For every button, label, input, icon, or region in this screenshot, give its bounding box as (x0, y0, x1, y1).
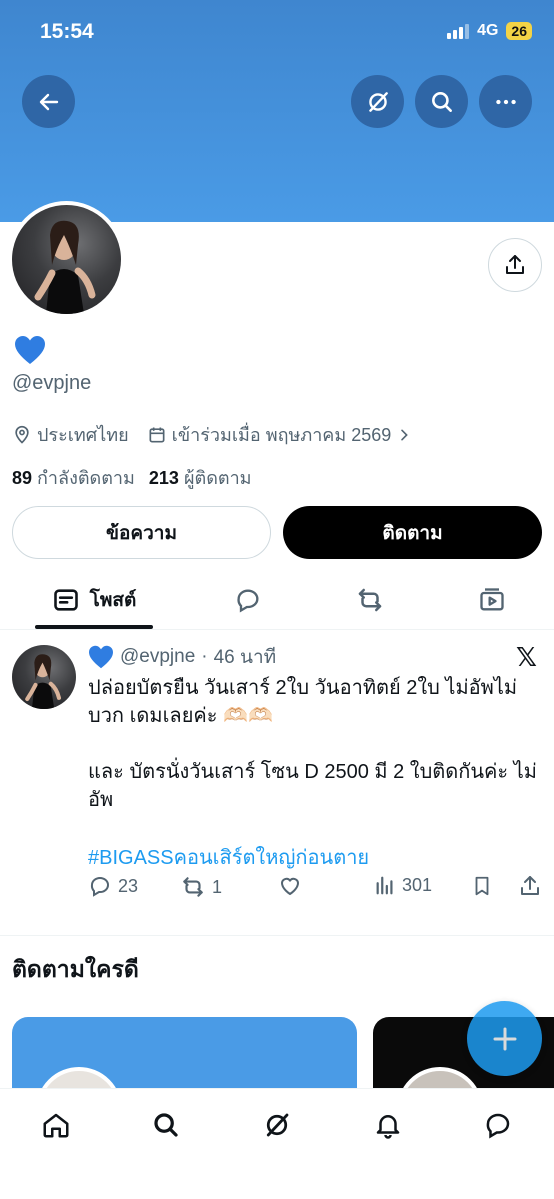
post-hashtag[interactable]: #BIGASSคอนเสิร์ตใหญ่ก่อนตาย (88, 841, 369, 873)
nav-notifications[interactable] (368, 1105, 408, 1145)
more-button[interactable] (479, 75, 532, 128)
plus-icon (493, 1027, 516, 1050)
post-text: ปล่อยบัตรยืน วันเสาร์ 2ใบ วันอาทิตย์ 2ใบ… (88, 677, 537, 811)
share-icon (506, 255, 524, 274)
location-pin-icon (15, 425, 29, 444)
back-button[interactable] (22, 75, 75, 128)
status-time: 15:54 (40, 20, 94, 43)
blue-heart-icon (15, 336, 45, 364)
post-handle[interactable]: @evpjne (120, 646, 195, 668)
share-icon (521, 876, 539, 895)
share-profile-button[interactable] (488, 238, 542, 292)
views-icon (376, 876, 393, 895)
avatar-photo (12, 205, 121, 314)
search-icon (154, 1113, 178, 1137)
grok-button[interactable] (351, 75, 404, 128)
post-actions: 23 1 301 (88, 874, 544, 902)
like-button[interactable] (278, 874, 302, 898)
battery-level: 26 (506, 22, 532, 40)
repost-icon (183, 877, 203, 897)
nav-home[interactable] (36, 1105, 76, 1145)
nav-grok[interactable] (257, 1105, 297, 1145)
repost-button[interactable]: 1 (180, 874, 222, 900)
blue-heart-icon (89, 645, 113, 669)
bookmark-button[interactable] (471, 874, 493, 898)
profile-handle: @evpjne (12, 372, 92, 394)
joined-text: เข้าร่วมเมื่อ พฤษภาคม 2569 (171, 425, 392, 445)
profile-avatar[interactable] (8, 201, 125, 318)
profile-meta: ประเทศไทย เข้าร่วมเมื่อ พฤษภาคม 2569 (12, 420, 430, 449)
chevron-right-icon (401, 429, 409, 440)
views-button[interactable]: 301 (374, 874, 432, 896)
calendar-icon (149, 427, 165, 442)
following-label: กำลังติดตาม (37, 468, 135, 488)
active-tab-indicator (35, 625, 153, 629)
network-type: 4G (477, 22, 499, 39)
location-text: ประเทศไทย (37, 425, 129, 445)
message-button[interactable]: ข้อความ (12, 506, 271, 559)
tab-media[interactable] (462, 570, 522, 630)
reply-count: 23 (118, 875, 139, 896)
nav-search[interactable] (146, 1105, 186, 1145)
post-separator: · (201, 646, 208, 667)
bell-icon (376, 1115, 400, 1139)
media-icon (480, 588, 504, 611)
more-icon (495, 99, 516, 104)
bookmark-icon (475, 876, 489, 896)
views-count: 301 (402, 874, 433, 895)
location: ประเทศไทย (12, 420, 129, 449)
tab-posts-label: โพสต์ (89, 590, 137, 611)
tab-reposts[interactable] (340, 570, 400, 630)
slash-circle-icon (266, 1113, 289, 1137)
bottom-navigation (0, 1088, 554, 1199)
x-logo-icon: 𝕏 (516, 642, 537, 672)
display-name (14, 335, 46, 370)
status-indicators: 4G 26 (447, 22, 532, 40)
followers-count: 213 (148, 468, 179, 488)
section-divider (0, 935, 554, 936)
following-link[interactable]: 89 กำลังติดตาม (12, 463, 135, 492)
following-count: 89 (12, 468, 33, 488)
signal-icon (447, 23, 470, 39)
followers-link[interactable]: 213 ผู้ติดตาม (149, 463, 252, 492)
post-header: @evpjne · 46 นาที (88, 642, 276, 672)
repost-icon (358, 588, 382, 612)
joined-date[interactable]: เข้าร่วมเมื่อ พฤษภาคม 2569 (147, 420, 413, 449)
reply-icon (237, 589, 259, 613)
share-post-button[interactable] (518, 874, 542, 898)
post-time: 46 นาที (213, 647, 277, 668)
heart-icon (280, 877, 300, 896)
chat-icon (486, 1113, 510, 1139)
follow-stats: 89 กำลังติดตาม 213 ผู้ติดตาม (12, 463, 252, 492)
follow-button[interactable]: ติดตาม (283, 506, 542, 559)
slash-circle-icon (368, 91, 388, 112)
tab-posts[interactable]: โพสต์ (35, 570, 153, 630)
post-avatar[interactable] (12, 645, 76, 709)
reply-icon (90, 877, 109, 897)
arrow-left-icon (39, 93, 58, 110)
tab-replies[interactable] (218, 570, 278, 630)
profile-tabs: โพสต์ (0, 570, 554, 630)
nav-messages[interactable] (478, 1105, 518, 1145)
home-icon (43, 1113, 69, 1138)
search-icon (431, 91, 452, 112)
posts-icon (53, 589, 78, 611)
reply-button[interactable]: 23 (88, 874, 138, 898)
search-button[interactable] (415, 75, 468, 128)
repost-count: 1 (212, 876, 223, 897)
compose-button[interactable] (467, 1001, 542, 1076)
followers-label: ผู้ติดตาม (183, 468, 252, 488)
who-to-follow-title: ติดตามใครดี (12, 956, 139, 982)
